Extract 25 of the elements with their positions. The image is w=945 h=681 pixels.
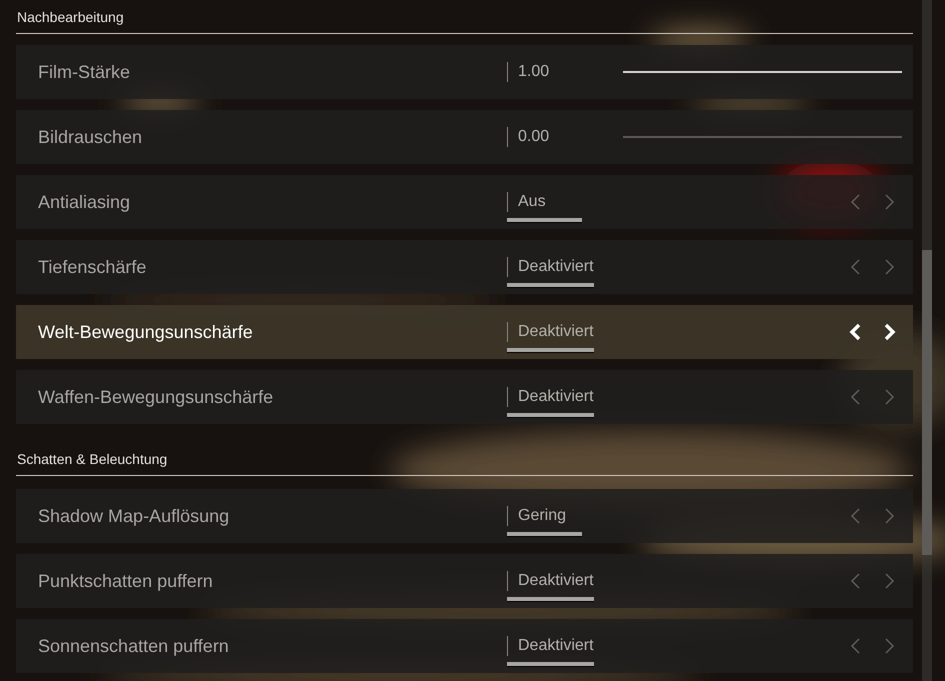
setting-label: Waffen-Bewegungsunschärfe xyxy=(37,386,274,408)
setting-label: Punktschatten puffern xyxy=(37,570,214,592)
section-title: Nachbearbeitung xyxy=(16,8,124,24)
setting-value: Deaktiviert xyxy=(507,257,594,277)
setting-value: Gering xyxy=(507,506,582,526)
scrollbar-thumb[interactable] xyxy=(922,250,932,555)
setting-label: Bildrauschen xyxy=(37,126,144,148)
setting-value: Aus xyxy=(507,192,582,212)
setting-label: Tiefenschärfe xyxy=(37,256,148,278)
settings-row[interactable]: Bildrauschen 0.00 xyxy=(16,110,913,164)
settings-row[interactable]: Welt-Bewegungsunschärfe Deaktiviert xyxy=(16,305,913,359)
setting-value: 0.00 xyxy=(507,127,550,147)
setting-value: 1.00 xyxy=(507,62,550,82)
setting-label: Welt-Bewegungsunschärfe xyxy=(37,322,254,342)
settings-row[interactable]: Film-Stärke 1.00 xyxy=(16,45,913,99)
scrollbar-track[interactable] xyxy=(922,0,932,681)
section-title: Schatten & Beleuchtung xyxy=(16,450,168,466)
setting-value: Deaktiviert xyxy=(507,636,594,656)
setting-value: Deaktiviert xyxy=(507,571,594,591)
setting-label: Antialiasing xyxy=(37,192,132,212)
setting-value: Deaktiviert xyxy=(507,322,594,342)
setting-label: Shadow Map-Auflösung xyxy=(37,506,230,526)
setting-label: Sonnenschatten puffern xyxy=(37,636,230,656)
setting-value: Deaktiviert xyxy=(507,387,594,407)
setting-label: Film-Stärke xyxy=(37,62,132,82)
